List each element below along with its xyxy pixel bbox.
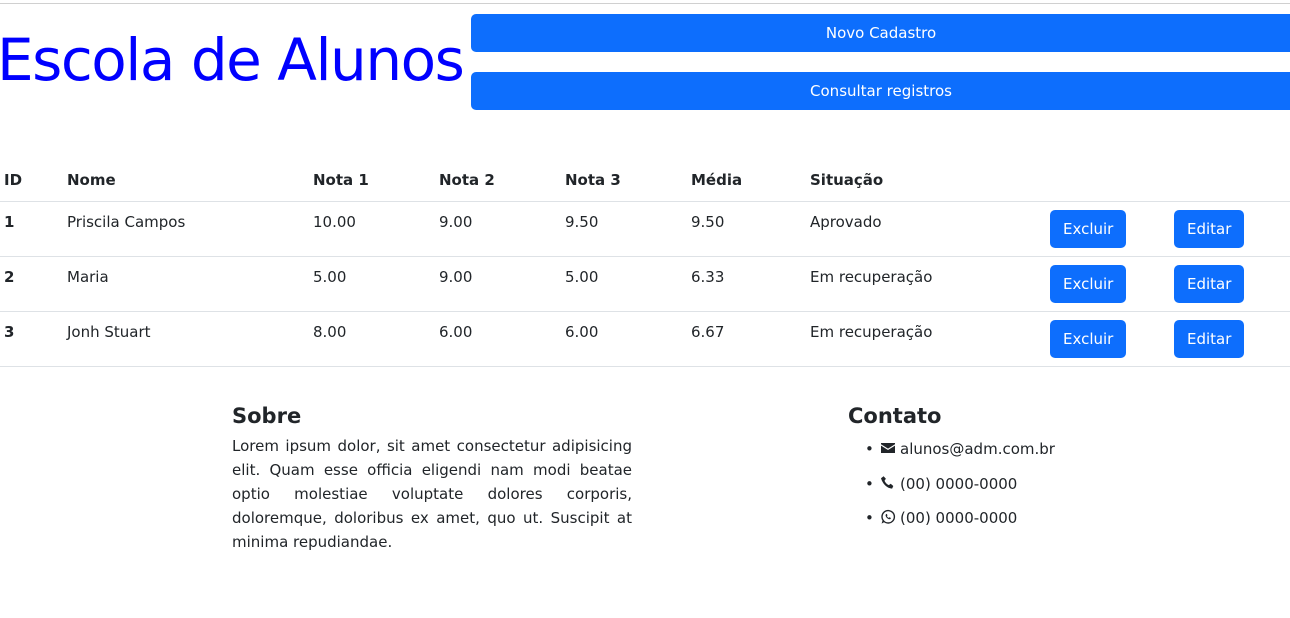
cell-edit: Editar [1170, 256, 1290, 312]
contact-item-whatsapp: (00) 0000-0000 [848, 507, 1148, 529]
top-divider [0, 3, 1290, 4]
cell-media: 9.50 [687, 201, 806, 257]
cell-situacao: Aprovado [806, 201, 1046, 257]
new-registration-button[interactable]: Novo Cadastro [471, 14, 1290, 52]
column-header-edit [1170, 160, 1290, 202]
cell-nota3: 5.00 [561, 256, 687, 312]
cell-id: 2 [0, 256, 63, 312]
about-title: Sobre [232, 404, 302, 428]
column-header-nota1: Nota 1 [309, 160, 435, 202]
cell-nota3: 9.50 [561, 201, 687, 257]
delete-button[interactable]: Excluir [1050, 209, 1127, 248]
contact-item-phone: (00) 0000-0000 [848, 473, 1148, 495]
contact-item-email: alunos@adm.com.br [848, 438, 1148, 460]
cell-nome: Priscila Campos [63, 201, 309, 257]
cell-nota2: 9.00 [435, 256, 561, 312]
cell-nota3: 6.00 [561, 311, 687, 367]
contact-list: alunos@adm.com.br (00) 0000-0000 (00) 00… [848, 438, 1148, 529]
column-header-nome: Nome [63, 160, 309, 202]
cell-delete: Excluir [1046, 201, 1170, 257]
table-row: 3 Jonh Stuart 8.00 6.00 6.00 6.67 Em rec… [0, 311, 1290, 367]
cell-nota1: 10.00 [309, 201, 435, 257]
phone-icon [880, 475, 896, 491]
edit-button[interactable]: Editar [1174, 319, 1245, 358]
contact-title: Contato [848, 404, 942, 428]
table-header-row: ID Nome Nota 1 Nota 2 Nota 3 Média Situa… [0, 160, 1290, 202]
about-text: Lorem ipsum dolor, sit amet consectetur … [232, 437, 632, 551]
cell-nome: Maria [63, 256, 309, 312]
cell-edit: Editar [1170, 311, 1290, 367]
cell-media: 6.33 [687, 256, 806, 312]
column-header-media: Média [687, 160, 806, 202]
students-table: ID Nome Nota 1 Nota 2 Nota 3 Média Situa… [0, 160, 1290, 367]
edit-button[interactable]: Editar [1174, 264, 1245, 303]
table-row: 1 Priscila Campos 10.00 9.00 9.50 9.50 A… [0, 201, 1290, 257]
column-header-delete [1046, 160, 1170, 202]
contact-whatsapp: (00) 0000-0000 [900, 509, 1018, 527]
whatsapp-icon [880, 509, 896, 525]
contact-email[interactable]: alunos@adm.com.br [900, 440, 1055, 458]
contact-phone: (00) 0000-0000 [900, 474, 1018, 493]
column-header-nota2: Nota 2 [435, 160, 561, 202]
table-row: 2 Maria 5.00 9.00 5.00 6.33 Em recuperaç… [0, 256, 1290, 312]
column-header-nota3: Nota 3 [561, 160, 687, 202]
cell-nota2: 6.00 [435, 311, 561, 367]
contact-section: Contato alunos@adm.com.br (00) 0000-0000… [848, 402, 1148, 542]
cell-media: 6.67 [687, 311, 806, 367]
envelope-icon [880, 440, 896, 456]
cell-delete: Excluir [1046, 256, 1170, 312]
cell-situacao: Em recuperação [806, 256, 1046, 312]
cell-edit: Editar [1170, 201, 1290, 257]
column-header-id: ID [0, 160, 63, 202]
cell-delete: Excluir [1046, 311, 1170, 367]
delete-button[interactable]: Excluir [1050, 319, 1127, 358]
cell-nota1: 8.00 [309, 311, 435, 367]
cell-nota2: 9.00 [435, 201, 561, 257]
column-header-situacao: Situação [806, 160, 1046, 202]
about-section: Sobre Lorem ipsum dolor, sit amet consec… [232, 402, 632, 554]
cell-id: 1 [0, 201, 63, 257]
cell-id: 3 [0, 311, 63, 367]
page-title: Escola de Alunos [0, 26, 465, 94]
query-records-button[interactable]: Consultar registros [471, 72, 1290, 110]
cell-nota1: 5.00 [309, 256, 435, 312]
cell-nome: Jonh Stuart [63, 311, 309, 367]
edit-button[interactable]: Editar [1174, 209, 1245, 248]
cell-situacao: Em recuperação [806, 311, 1046, 367]
delete-button[interactable]: Excluir [1050, 264, 1127, 303]
